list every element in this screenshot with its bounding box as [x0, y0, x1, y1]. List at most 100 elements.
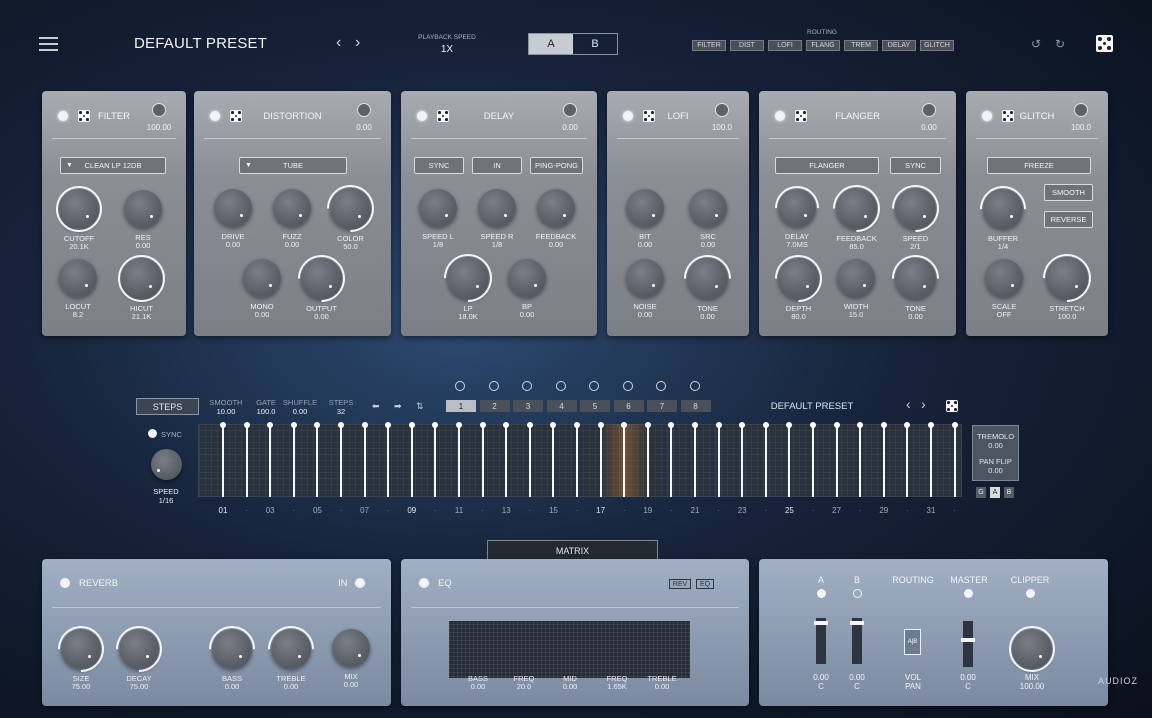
distortion-mono-knob[interactable] — [243, 259, 281, 297]
fader-handle[interactable] — [814, 621, 828, 625]
seq-g-button[interactable]: G — [976, 487, 986, 498]
shift-left-icon[interactable]: ⬅ — [372, 401, 380, 412]
glitch-stretch-knob[interactable] — [1033, 244, 1101, 312]
glitch-buffer-knob[interactable] — [970, 176, 1036, 242]
routing-lofi[interactable]: LOFI — [768, 40, 802, 51]
distortion-drive-knob[interactable] — [214, 189, 252, 227]
seq-step-bar[interactable] — [361, 422, 368, 497]
seq-step-bar[interactable] — [786, 422, 793, 497]
seq-step-bar[interactable] — [503, 422, 510, 497]
seq-step-bar[interactable] — [880, 422, 887, 497]
speed-knob[interactable] — [151, 449, 182, 480]
delay-bp-knob[interactable] — [508, 259, 546, 297]
seq-step-bar[interactable] — [267, 422, 274, 497]
seq-step-bar[interactable] — [739, 422, 746, 497]
fader-handle[interactable] — [961, 638, 975, 642]
lofi-noise-knob[interactable] — [626, 259, 664, 297]
seq-page-dot[interactable] — [656, 381, 666, 391]
seq-step-bar[interactable] — [550, 422, 557, 497]
distortion-color-knob[interactable] — [317, 175, 384, 242]
seq-page-6[interactable]: 6 — [613, 400, 644, 412]
flanger-mix-knob[interactable] — [922, 103, 936, 117]
filter-hicut-knob[interactable] — [108, 245, 175, 312]
delay-feedback-knob[interactable] — [537, 189, 575, 227]
seq-step-bar[interactable] — [408, 422, 415, 497]
invert-icon[interactable]: ⇅ — [416, 401, 424, 412]
seq-page-dot[interactable] — [488, 381, 499, 391]
seq-step-bar[interactable] — [574, 422, 580, 497]
seq-page-dot[interactable] — [689, 381, 700, 391]
prev-preset-icon[interactable]: ‹ — [336, 34, 341, 52]
reverb-in-led[interactable] — [355, 578, 365, 588]
glitch-freeze-button[interactable]: FREEZE — [987, 157, 1091, 174]
delay-sync-button[interactable]: SYNC — [414, 157, 464, 174]
flanger-speed-knob[interactable] — [882, 175, 949, 242]
seq-step-bar[interactable] — [385, 422, 392, 497]
seq-page-2[interactable]: 2 — [479, 400, 510, 412]
seq-page-7[interactable]: 7 — [647, 400, 677, 412]
eq-band-value[interactable]: 0.00 — [632, 682, 692, 691]
seq-dice-icon[interactable] — [946, 400, 958, 412]
vol-pan-ab-icon[interactable]: A|B — [904, 629, 921, 655]
seq-page-dot[interactable] — [589, 381, 599, 391]
a-fader[interactable] — [814, 618, 828, 664]
eq-eq-button[interactable]: EQ — [696, 579, 714, 589]
eq-rev-button[interactable]: REV — [669, 579, 691, 589]
flanger-flanger-button[interactable]: FLANGER — [775, 157, 879, 174]
redo-icon[interactable]: ↻ — [1055, 37, 1065, 51]
clipper-led[interactable] — [1026, 589, 1035, 598]
routing-glitch[interactable]: GLITCH — [920, 40, 954, 51]
menu-icon[interactable] — [39, 37, 58, 51]
a-button[interactable]: A — [529, 34, 573, 54]
lofi-bit-knob[interactable] — [626, 189, 664, 227]
seq-page-3[interactable]: 3 — [513, 400, 543, 412]
glitch-smooth-button[interactable]: SMOOTH — [1044, 184, 1093, 201]
seq-page-1[interactable]: 1 — [446, 400, 476, 412]
seq-page-5[interactable]: 5 — [580, 400, 610, 412]
seq-page-4[interactable]: 4 — [546, 400, 577, 412]
seq-page-dot[interactable] — [622, 381, 633, 391]
routing-filter[interactable]: FILTER — [692, 40, 726, 51]
tremolo-value[interactable]: 0.00 — [972, 441, 1019, 450]
filter-type-dropdown[interactable]: ▼ CLEAN LP 12DB — [60, 157, 166, 174]
master-mix-knob[interactable] — [999, 616, 1065, 682]
seq-a-button[interactable]: A — [990, 487, 1000, 498]
seq-b-button[interactable]: B — [1004, 487, 1014, 498]
flanger-sync-button[interactable]: SYNC — [890, 157, 941, 174]
eq-display[interactable] — [449, 621, 690, 678]
seq-step-bar[interactable] — [810, 422, 816, 497]
seq-step-bar[interactable] — [220, 422, 226, 497]
glitch-mix-knob[interactable] — [1074, 103, 1088, 117]
reverb-treble-knob[interactable] — [258, 616, 324, 682]
routing-delay[interactable]: DELAY — [882, 40, 916, 51]
preset-title[interactable]: DEFAULT PRESET — [134, 35, 267, 52]
a-led[interactable] — [817, 589, 826, 598]
routing-dist[interactable]: DIST — [730, 40, 764, 51]
step-grid[interactable] — [198, 424, 962, 497]
seq-step-bar[interactable] — [432, 422, 439, 497]
routing-trem[interactable]: TREM — [844, 40, 878, 51]
playback-speed-value[interactable]: 1X — [412, 44, 482, 55]
seq-page-dot[interactable] — [522, 381, 532, 391]
seq-step-bar[interactable] — [833, 422, 840, 497]
seq-step-bar[interactable] — [479, 422, 486, 497]
seq-step-bar[interactable] — [597, 422, 604, 497]
seq-next-icon[interactable]: › — [921, 396, 926, 412]
randomize-dice-icon[interactable] — [1096, 35, 1113, 52]
distortion-type-dropdown[interactable]: ▼ TUBE — [239, 157, 347, 174]
delay-lp-knob[interactable] — [434, 244, 502, 312]
reverb-decay-knob[interactable] — [106, 616, 172, 682]
seq-page-dot[interactable] — [555, 381, 566, 391]
seq-step-bar[interactable] — [338, 422, 344, 497]
seq-step-bar[interactable] — [715, 422, 722, 497]
lofi-mix-knob[interactable] — [715, 103, 729, 117]
glitch-scale-knob[interactable] — [985, 259, 1023, 297]
matrix-button[interactable]: MATRIX — [487, 540, 658, 561]
ab-switch[interactable]: A B — [528, 33, 618, 55]
eq-power-led[interactable] — [419, 578, 429, 588]
flanger-depth-knob[interactable] — [765, 245, 832, 312]
seq-prev-icon[interactable]: ‹ — [906, 396, 911, 412]
undo-icon[interactable]: ↺ — [1031, 37, 1041, 51]
seq-step-bar[interactable] — [904, 422, 911, 497]
b-fader[interactable] — [850, 618, 864, 664]
